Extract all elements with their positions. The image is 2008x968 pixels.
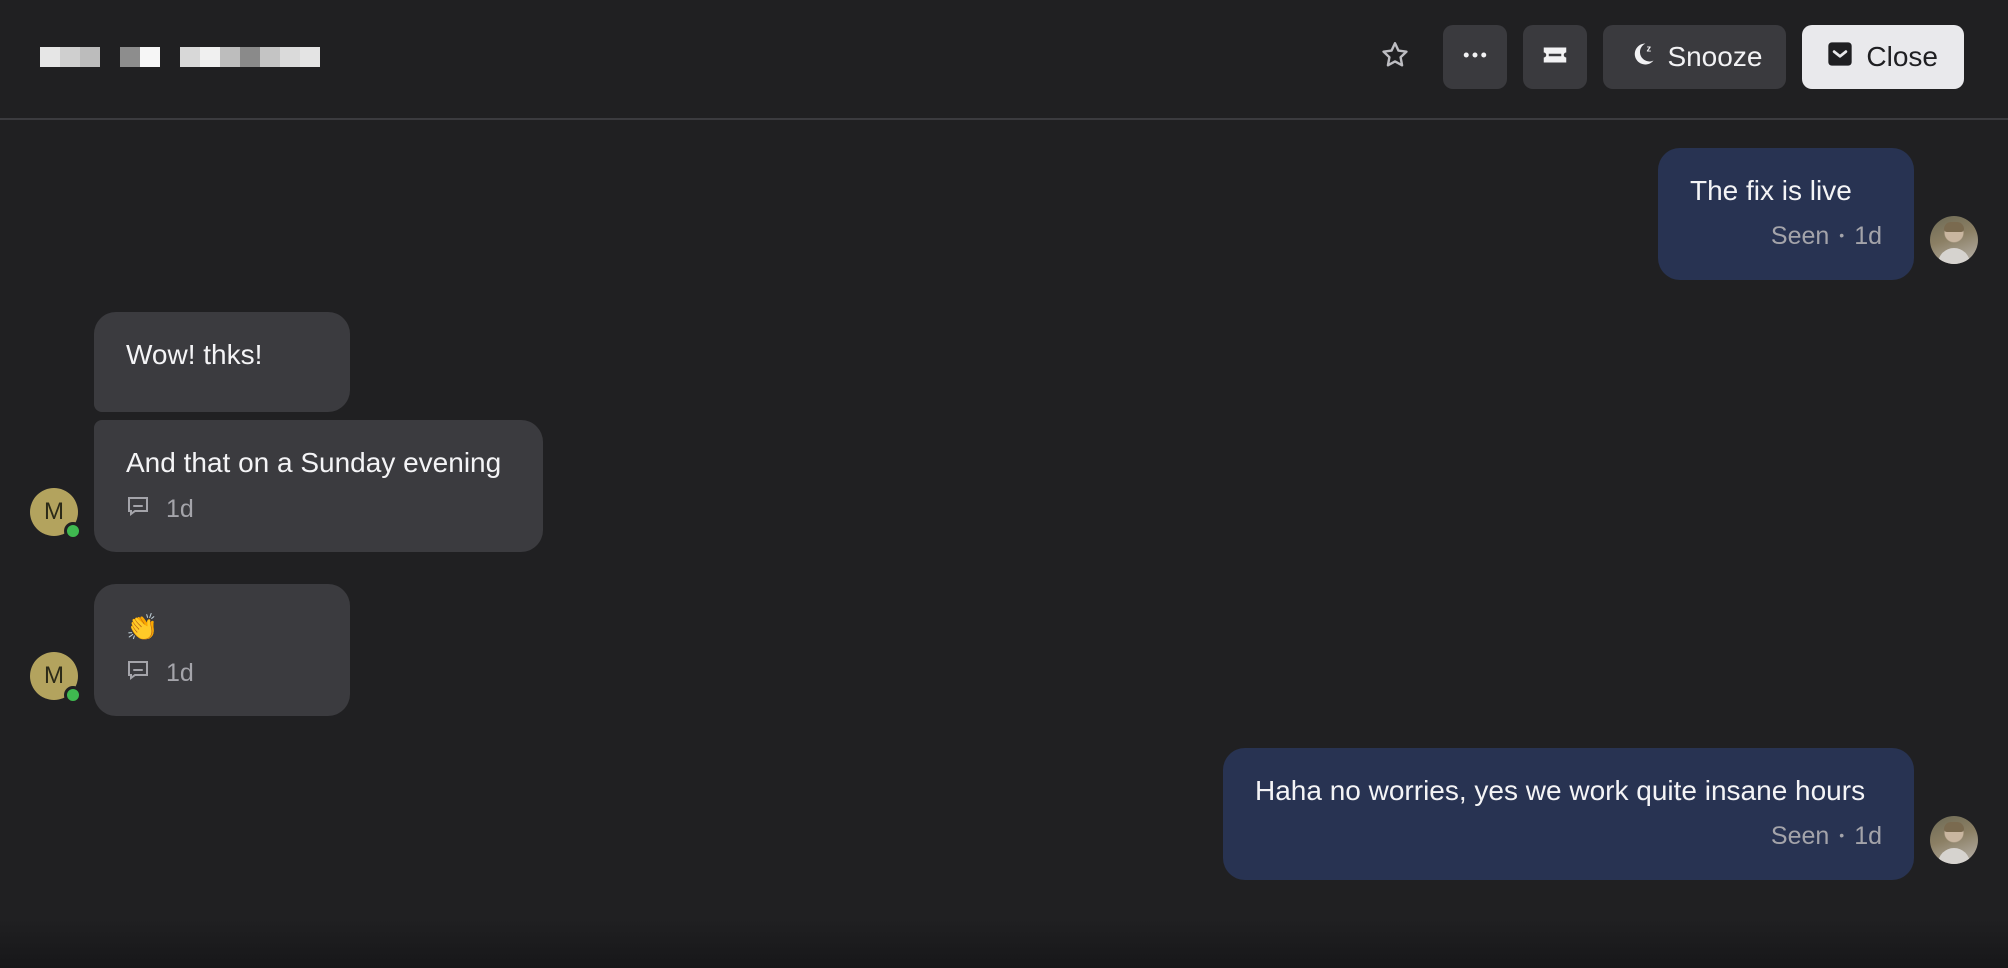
seen-status: Seen: [1770, 822, 1830, 850]
message-meta: Seen • 1d: [1255, 822, 1882, 851]
agent-avatar[interactable]: [1930, 816, 1978, 864]
convert-to-ticket-button[interactable]: [1523, 25, 1588, 89]
message-text: The fix is live: [1690, 175, 1852, 206]
message-text: Wow! thks!: [126, 339, 263, 370]
message-text: Haha no worries, yes we work quite insan…: [1255, 775, 1866, 806]
user-message-bubble: 👏 1d: [94, 584, 350, 716]
meta-separator: •: [1839, 227, 1845, 243]
user-avatar[interactable]: M: [30, 488, 82, 540]
ticket-icon: [1540, 40, 1570, 75]
meta-separator: •: [1839, 827, 1845, 843]
user-message-bubble: And that on a Sunday evening 1d: [94, 420, 543, 552]
online-status-indicator: [64, 522, 82, 540]
more-horizontal-icon: [1460, 40, 1490, 75]
message-meta: 1d: [126, 494, 511, 525]
redacted-conversation-title: [40, 47, 320, 67]
moon-snooze-icon: z: [1629, 40, 1657, 75]
star-button[interactable]: [1367, 25, 1423, 89]
snooze-button[interactable]: z Snooze: [1603, 25, 1787, 89]
user-avatar[interactable]: M: [30, 652, 82, 704]
inbox-check-icon: [1826, 40, 1854, 75]
agent-message-bubble: Haha no worries, yes we work quite insan…: [1223, 748, 1914, 880]
header-actions: z Snooze Close: [1367, 25, 1964, 89]
seen-status: Seen: [1770, 222, 1830, 250]
more-options-button[interactable]: [1443, 25, 1508, 89]
message-text: And that on a Sunday evening: [126, 447, 502, 478]
star-icon: [1379, 39, 1411, 76]
message-time: 1d: [1854, 222, 1882, 250]
agent-avatar[interactable]: [1930, 216, 1978, 264]
snooze-label: Snooze: [1667, 41, 1763, 72]
avatar-initial: M: [44, 662, 64, 689]
chat-bubble-icon: [126, 494, 150, 525]
message-text: 👏: [126, 612, 159, 642]
avatar-initial: M: [44, 498, 64, 525]
message-meta: Seen • 1d: [1690, 222, 1882, 251]
message-time: 1d: [1854, 822, 1882, 850]
scroll-fade: [0, 918, 2008, 968]
online-status-indicator: [64, 686, 82, 704]
conversation-header: z Snooze Close: [0, 0, 2008, 120]
chat-bubble-icon: [126, 658, 150, 689]
user-message-bubble: Wow! thks!: [94, 312, 350, 412]
agent-message-bubble: The fix is live Seen • 1d: [1658, 148, 1914, 280]
message-time: 1d: [166, 659, 194, 687]
message-time: 1d: [166, 495, 194, 523]
close-label: Close: [1866, 41, 1938, 72]
svg-text:z: z: [1647, 43, 1652, 53]
conversation-thread: The fix is live Seen • 1d Wow! thks! And t…: [0, 122, 2008, 968]
close-conversation-button[interactable]: Close: [1802, 25, 1964, 89]
message-meta: 1d: [126, 658, 318, 689]
